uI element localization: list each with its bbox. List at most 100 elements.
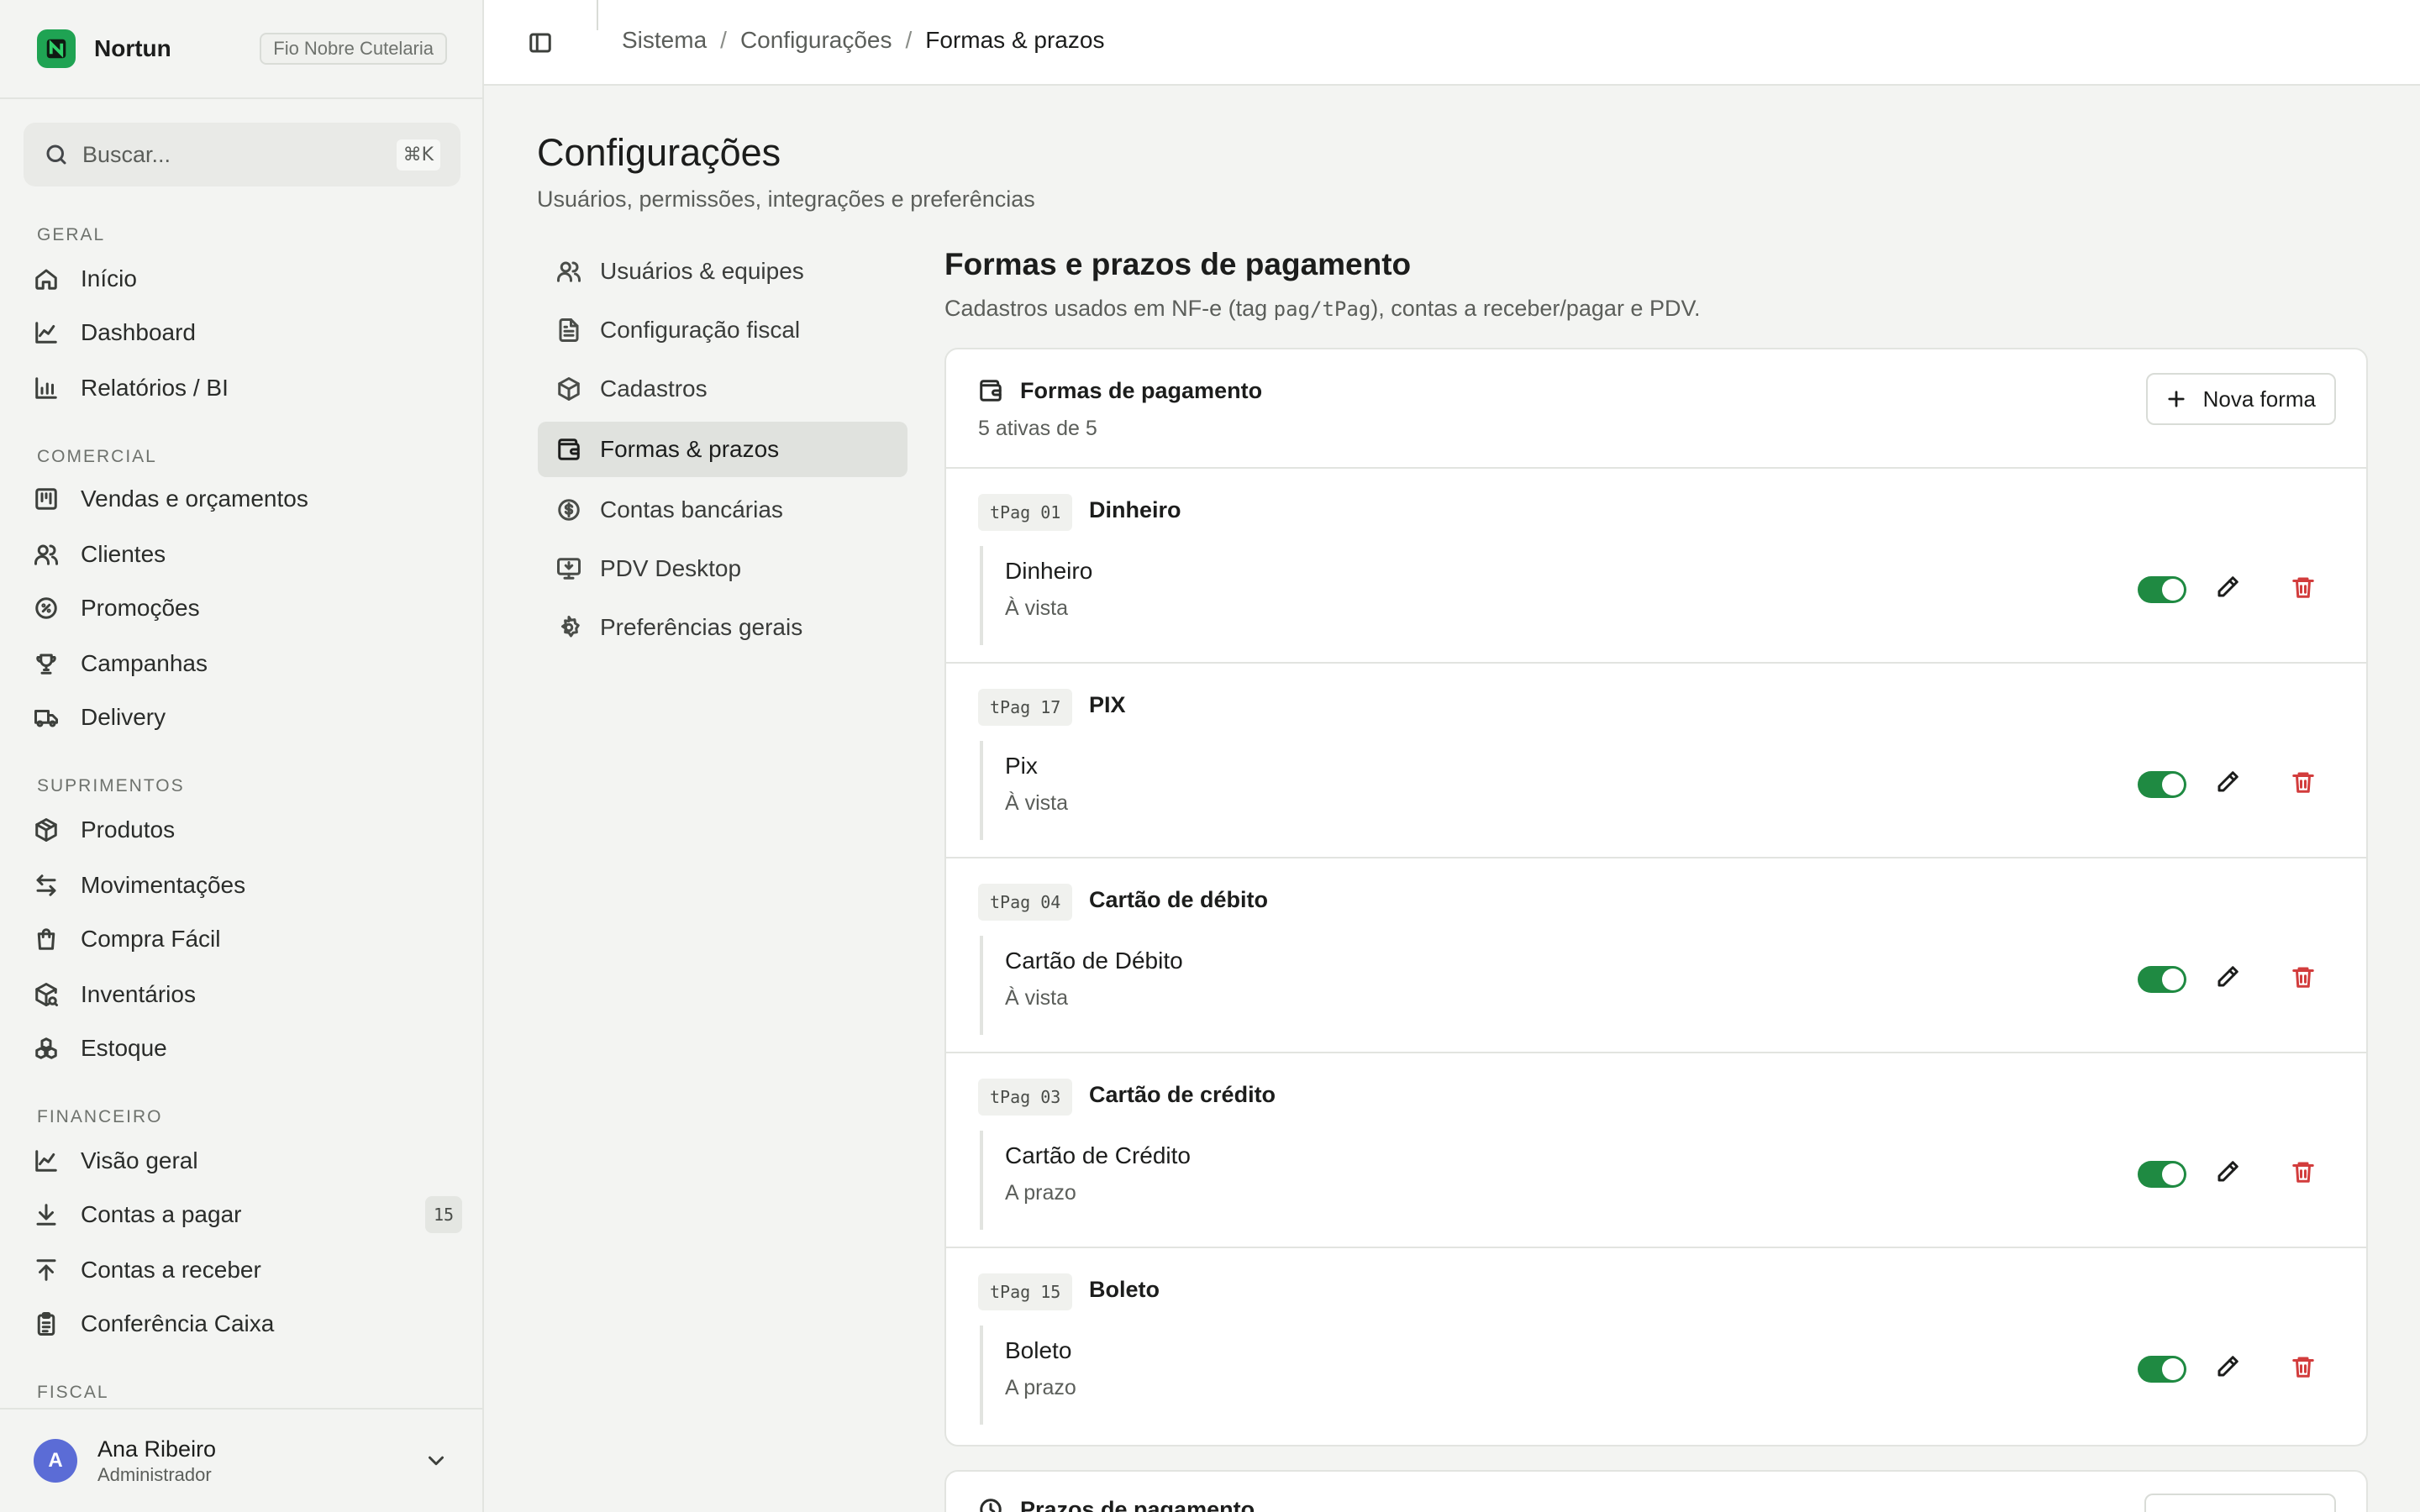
- user-menu[interactable]: A Ana Ribeiro Administrador: [0, 1408, 482, 1512]
- sidebar-item-vendas[interactable]: Vendas e orçamentos: [34, 475, 462, 522]
- sidebar: Nortun Fio Nobre Cutelaria ⌘K GERAL Iníc…: [0, 0, 484, 1512]
- sidebar-item-movimentacoes[interactable]: Movimentações: [34, 862, 462, 909]
- settings-tab-label: Contas bancárias: [600, 496, 783, 522]
- entry-rail: [980, 741, 983, 840]
- search-icon: [46, 144, 66, 165]
- section-suprimentos: SUPRIMENTOS: [37, 776, 185, 795]
- sidebar-item-delivery[interactable]: Delivery: [34, 694, 462, 741]
- button-label: Nova forma: [2202, 386, 2316, 412]
- card-title: Prazos de pagamento: [1020, 1497, 1255, 1512]
- settings-tab-contas[interactable]: Contas bancárias: [538, 482, 908, 538]
- settings-tab-usuarios[interactable]: Usuários & equipes: [538, 244, 908, 299]
- breadcrumb-configuracoes[interactable]: Configurações: [740, 27, 892, 54]
- company-badge[interactable]: Fio Nobre Cutelaria: [260, 33, 447, 65]
- active-toggle[interactable]: [2138, 771, 2186, 798]
- clock-icon: [980, 1499, 1002, 1512]
- active-toggle[interactable]: [2138, 1356, 2186, 1383]
- active-toggle[interactable]: [2138, 576, 2186, 603]
- payment-method-row: tPag 15 Boleto Boleto A prazo: [946, 1248, 2366, 1443]
- sidebar-item-label: Conferência Caixa: [81, 1310, 275, 1336]
- method-term: À vista: [1005, 986, 1069, 1010]
- method-group-title: Cartão de débito: [1089, 887, 1269, 912]
- tpag-code-badge: tPag 17: [978, 689, 1073, 726]
- sidebar-item-clientes[interactable]: Clientes: [34, 531, 462, 578]
- method-name: Pix: [1005, 753, 1038, 779]
- new-term-button[interactable]: [2144, 1494, 2336, 1512]
- toggle-knob: [2162, 1163, 2184, 1185]
- sidebar-item-promocoes[interactable]: Promoções: [34, 585, 462, 632]
- sidebar-toggle-icon[interactable]: [528, 30, 553, 55]
- arrow-down-to-line-icon: [36, 1204, 56, 1226]
- method-term: A prazo: [1005, 1181, 1076, 1205]
- sidebar-item-label: Visão geral: [81, 1147, 198, 1173]
- entry-rail: [980, 936, 983, 1035]
- bar-chart-icon: [35, 377, 57, 399]
- sidebar-item-campanhas[interactable]: Campanhas: [34, 640, 462, 687]
- settings-tab-fiscal[interactable]: Configuração fiscal: [538, 302, 908, 358]
- sidebar-item-label: Contas a receber: [81, 1257, 261, 1283]
- topbar: Sistema / Configurações / Formas & prazo…: [484, 0, 2420, 86]
- sidebar-item-estoque[interactable]: Estoque: [34, 1025, 462, 1072]
- trash-icon[interactable]: [2291, 964, 2316, 990]
- sidebar-item-contas-pagar[interactable]: Contas a pagar 15: [34, 1191, 462, 1238]
- brand-name: Nortun: [94, 35, 171, 61]
- trash-icon[interactable]: [2291, 1354, 2316, 1379]
- search-shortcut: ⌘K: [396, 139, 440, 171]
- pencil-icon[interactable]: [2215, 964, 2240, 990]
- sidebar-item-label: Vendas e orçamentos: [81, 486, 308, 512]
- payment-method-row: tPag 04 Cartão de débito Cartão de Débit…: [946, 858, 2366, 1053]
- kanban-icon: [35, 488, 57, 510]
- method-name: Boleto: [1005, 1337, 1072, 1363]
- sidebar-item-conferencia-caixa[interactable]: Conferência Caixa: [34, 1300, 462, 1347]
- settings-tab-pdv[interactable]: PDV Desktop: [538, 541, 908, 596]
- sidebar-item-label: Inventários: [81, 981, 196, 1007]
- new-payment-method-button[interactable]: Nova forma: [2145, 373, 2336, 425]
- wallet-icon: [558, 438, 580, 460]
- method-group-title: Dinheiro: [1089, 497, 1181, 522]
- payment-terms-card: Prazos de pagamento: [944, 1470, 2368, 1512]
- settings-tab-label: PDV Desktop: [600, 555, 742, 581]
- sidebar-item-dashboard[interactable]: Dashboard: [34, 309, 462, 356]
- sidebar-item-contas-receber[interactable]: Contas a receber: [34, 1247, 462, 1294]
- pencil-icon[interactable]: [2215, 769, 2240, 795]
- settings-tab-label: Cadastros: [600, 375, 708, 402]
- sidebar-item-inventarios[interactable]: Inventários: [34, 971, 462, 1018]
- toggle-knob: [2162, 1358, 2184, 1380]
- settings-tab-formas[interactable]: Formas & prazos: [538, 422, 908, 477]
- trash-icon[interactable]: [2291, 1159, 2316, 1184]
- description-prefix: Cadastros usados em NF-e (tag: [944, 296, 1274, 321]
- sidebar-item-visao-geral[interactable]: Visão geral: [34, 1137, 462, 1184]
- trash-icon[interactable]: [2291, 769, 2316, 795]
- users-icon: [34, 544, 58, 565]
- sidebar-item-compra-facil[interactable]: Compra Fácil: [34, 916, 462, 963]
- sidebar-item-label: Produtos: [81, 816, 176, 843]
- sidebar-item-inicio[interactable]: Início: [34, 255, 462, 302]
- sidebar-item-label: Dashboard: [81, 319, 196, 345]
- method-group-title: Cartão de crédito: [1089, 1082, 1276, 1107]
- settings-tab-cadastros[interactable]: Cadastros: [538, 361, 908, 417]
- active-toggle[interactable]: [2138, 1161, 2186, 1188]
- dollar-circle-icon: [558, 499, 580, 521]
- pencil-icon[interactable]: [2215, 1159, 2240, 1184]
- pencil-icon[interactable]: [2215, 575, 2240, 600]
- card-header: Formas de pagamento 5 ativas de 5 Nova f…: [946, 349, 2366, 469]
- brand-logo-icon[interactable]: [37, 29, 76, 68]
- settings-tab-label: Usuários & equipes: [600, 258, 804, 284]
- active-count: 5 ativas de 5: [978, 417, 1097, 440]
- active-toggle[interactable]: [2138, 966, 2186, 993]
- user-role: Administrador: [97, 1463, 212, 1485]
- settings-tab-preferencias[interactable]: Preferências gerais: [538, 600, 908, 655]
- search-box[interactable]: ⌘K: [24, 123, 460, 186]
- section-financeiro: FINANCEIRO: [37, 1107, 163, 1126]
- sidebar-item-produtos[interactable]: Produtos: [34, 806, 462, 853]
- trash-icon[interactable]: [2291, 575, 2316, 600]
- sidebar-item-relatorios[interactable]: Relatórios / BI: [34, 365, 462, 412]
- breadcrumb-sistema[interactable]: Sistema: [622, 27, 707, 54]
- tpag-code-badge: tPag 04: [978, 884, 1073, 921]
- sidebar-item-label: Movimentações: [81, 872, 246, 898]
- sidebar-item-label: Compra Fácil: [81, 926, 221, 952]
- chevron-down-icon[interactable]: [424, 1448, 449, 1473]
- search-input[interactable]: [82, 141, 385, 168]
- pencil-icon[interactable]: [2215, 1354, 2240, 1379]
- description-code: pag/tPag: [1273, 297, 1371, 321]
